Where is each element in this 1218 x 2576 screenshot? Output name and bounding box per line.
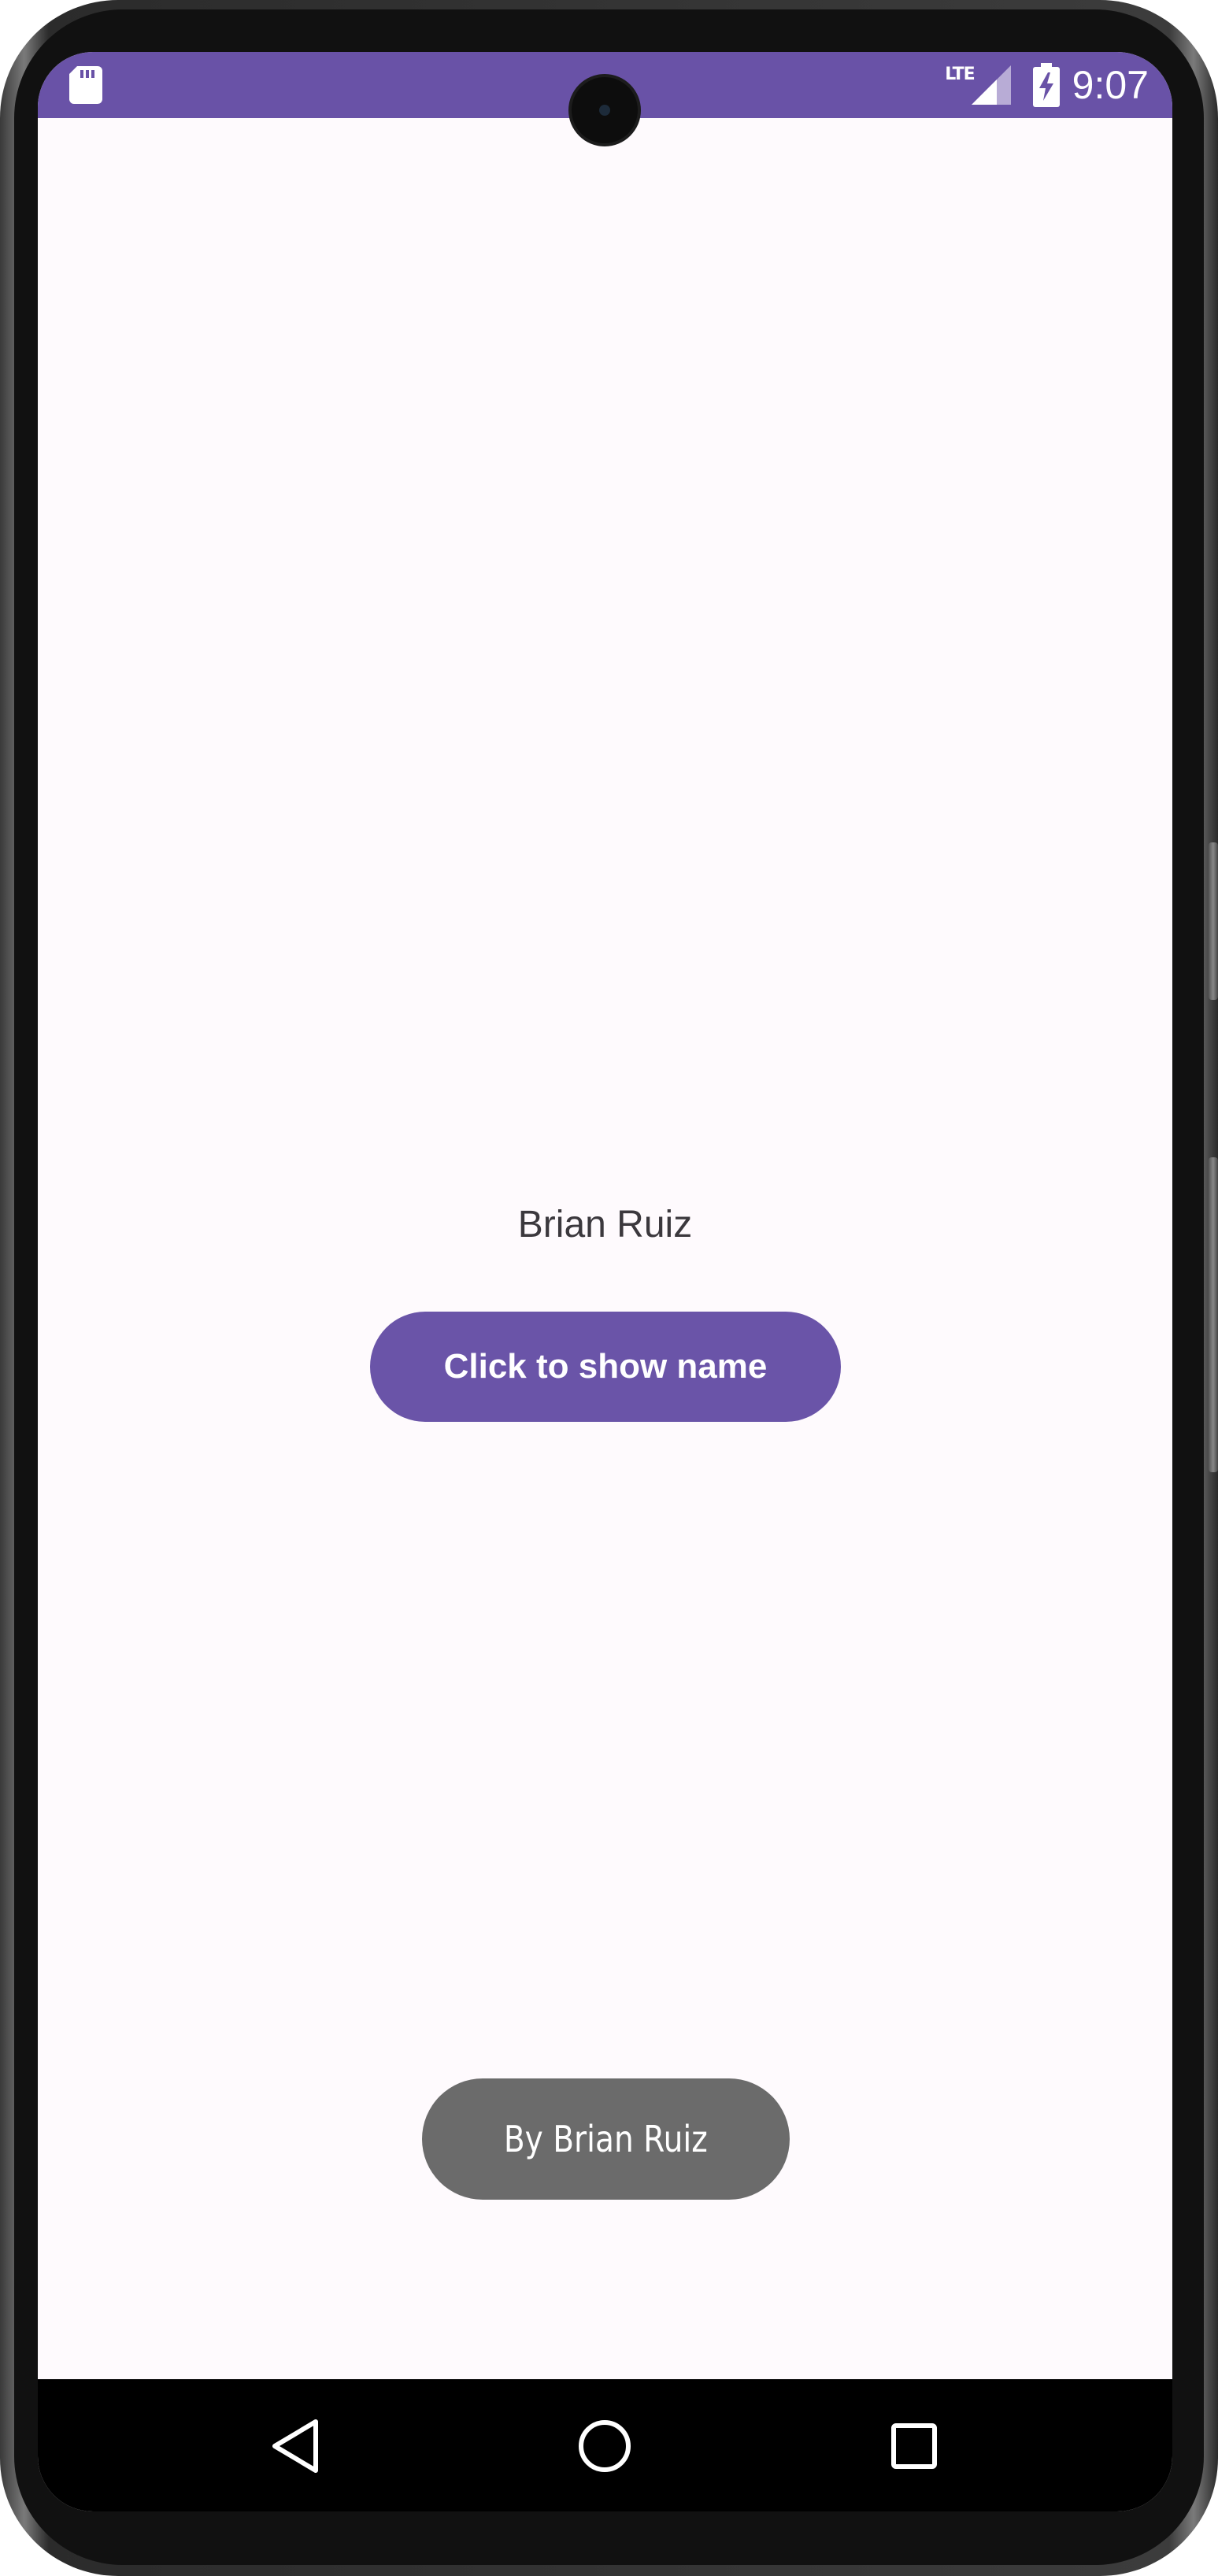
back-button[interactable] bbox=[260, 2411, 331, 2482]
toast-message: By Brian Ruiz bbox=[422, 2078, 790, 2200]
power-button bbox=[1209, 1157, 1218, 1472]
show-name-button[interactable]: Click to show name bbox=[370, 1312, 841, 1422]
volume-button bbox=[1209, 842, 1218, 1000]
clock: 9:07 bbox=[1072, 63, 1149, 107]
home-icon bbox=[579, 2420, 631, 2472]
front-camera bbox=[572, 77, 638, 143]
navigation-bar bbox=[38, 2379, 1172, 2511]
recents-button[interactable] bbox=[879, 2411, 950, 2482]
network-type: LTE bbox=[945, 64, 975, 84]
screen: LTE 9:07 Brian Ruiz Click to show name B… bbox=[38, 52, 1172, 2511]
back-icon bbox=[272, 2419, 318, 2473]
recents-icon bbox=[891, 2423, 937, 2469]
name-label: Brian Ruiz bbox=[517, 1204, 693, 1245]
toast-text: By Brian Ruiz bbox=[504, 2118, 708, 2160]
status-icons: LTE 9:07 bbox=[945, 52, 1149, 118]
home-button[interactable] bbox=[569, 2411, 640, 2482]
battery-charging-icon bbox=[1032, 63, 1060, 107]
signal-icon bbox=[971, 65, 1011, 105]
sd-card-icon bbox=[69, 66, 102, 104]
phone-frame: LTE 9:07 Brian Ruiz Click to show name B… bbox=[0, 0, 1218, 2576]
camera-lens bbox=[599, 105, 610, 116]
